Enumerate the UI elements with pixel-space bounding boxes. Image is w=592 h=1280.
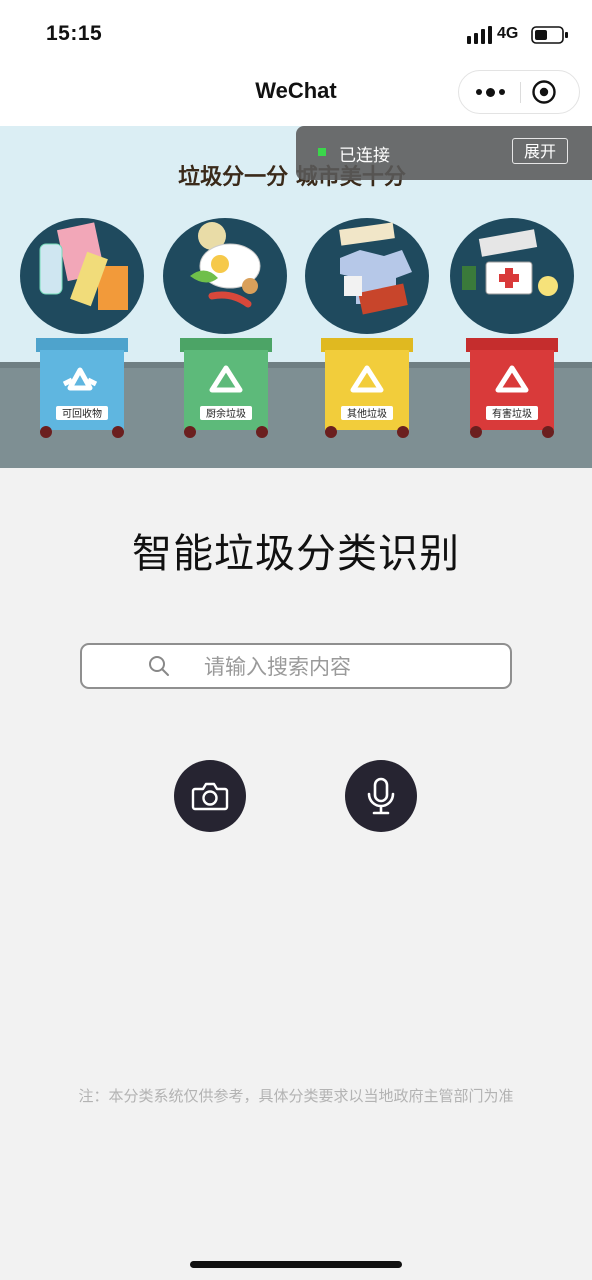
connection-indicator [318,148,326,156]
search-icon [149,656,169,676]
more-icon[interactable] [459,71,521,113]
bin-label-hazardous: 有害垃圾 [492,407,532,420]
camera-icon [191,782,229,811]
disclaimer-footnote: 注：本分类系统仅供参考，具体分类要求以当地政府主管部门为准 [78,1087,514,1105]
bin-label-other: 其他垃圾 [347,407,387,420]
microphone-icon [367,777,395,815]
network-label: 4G [497,25,519,42]
status-bar: 15:15 4G [0,0,592,66]
status-time: 15:15 [46,22,103,45]
search-input[interactable] [202,649,496,685]
battery-icon [531,26,568,44]
voice-button[interactable] [345,760,417,832]
home-indicator[interactable] [190,1261,402,1268]
close-circle-icon[interactable] [531,79,557,105]
expand-button[interactable]: 展开 [512,138,568,164]
search-box[interactable] [80,643,512,689]
connection-status: 已连接 [339,146,390,166]
mini-program-capsule [458,70,580,114]
camera-button[interactable] [174,760,246,832]
page-title: 智能垃圾分类识别 [132,531,460,577]
capsule-divider [520,82,521,103]
connection-panel: 已连接 展开 [296,126,592,180]
bin-label-recyclable: 可回收物 [62,407,102,420]
bin-label-kitchen: 厨余垃圾 [206,407,246,420]
signal-icon [467,26,492,44]
nav-bar: WeChat [0,66,592,126]
